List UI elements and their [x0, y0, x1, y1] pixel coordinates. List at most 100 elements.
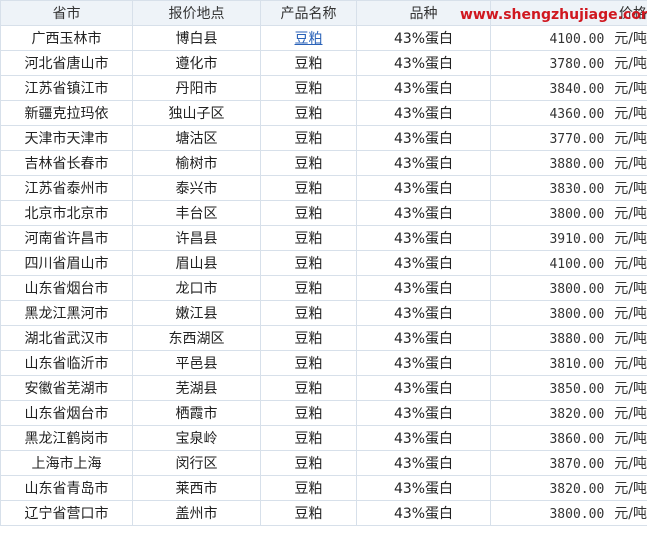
table-row: 黑龙江鹤岗市 宝泉岭 豆粕 43%蛋白 3860.00 元/吨 [0, 425, 647, 451]
cell-variety: 43%蛋白 [356, 325, 491, 351]
cell-product: 豆粕 [260, 100, 357, 126]
cell-province: 山东省烟台市 [0, 275, 133, 301]
price-unit: 元/吨 [614, 31, 647, 47]
cell-location: 博白县 [132, 25, 261, 51]
price-value: 3870.00 [549, 457, 605, 472]
price-unit: 元/吨 [614, 406, 647, 422]
cell-province: 山东省烟台市 [0, 400, 133, 426]
product-text: 豆粕 [294, 481, 323, 497]
price-unit: 元/吨 [614, 356, 647, 372]
cell-product: 豆粕 [260, 50, 357, 76]
cell-product: 豆粕 [260, 475, 357, 501]
product-text: 豆粕 [294, 56, 323, 72]
price-value: 3820.00 [549, 407, 605, 422]
product-text: 豆粕 [294, 406, 323, 422]
cell-variety: 43%蛋白 [356, 300, 491, 326]
product-text: 豆粕 [294, 306, 323, 322]
cell-price: 3830.00 元/吨 [490, 175, 647, 201]
cell-location: 平邑县 [132, 350, 261, 376]
product-text: 豆粕 [294, 156, 323, 172]
table-row: 山东省临沂市 平邑县 豆粕 43%蛋白 3810.00 元/吨 [0, 350, 647, 376]
cell-price: 3880.00 元/吨 [490, 150, 647, 176]
price-table: 省市 报价地点 产品名称 品种 价格 广西玉林市 博白县 豆粕 43%蛋白 4100.0… [0, 0, 647, 526]
product-text: 豆粕 [294, 356, 323, 372]
cell-product: 豆粕 [260, 350, 357, 376]
product-text: 豆粕 [294, 456, 323, 472]
cell-price: 4100.00 元/吨 [490, 25, 647, 51]
table-row: 上海市上海 闵行区 豆粕 43%蛋白 3870.00 元/吨 [0, 450, 647, 476]
cell-product[interactable]: 豆粕 [260, 25, 357, 51]
cell-variety: 43%蛋白 [356, 75, 491, 101]
product-text: 豆粕 [294, 256, 323, 272]
cell-variety: 43%蛋白 [356, 450, 491, 476]
cell-product: 豆粕 [260, 125, 357, 151]
price-unit: 元/吨 [614, 381, 647, 397]
cell-province: 江苏省泰州市 [0, 175, 133, 201]
cell-variety: 43%蛋白 [356, 400, 491, 426]
price-table-wrapper: 省市 报价地点 产品名称 品种 价格 广西玉林市 博白县 豆粕 43%蛋白 4100.0… [0, 0, 647, 526]
price-value: 4100.00 [549, 32, 605, 47]
cell-variety: 43%蛋白 [356, 50, 491, 76]
cell-variety: 43%蛋白 [356, 150, 491, 176]
price-unit: 元/吨 [614, 81, 647, 97]
cell-location: 闵行区 [132, 450, 261, 476]
table-row: 辽宁省营口市 盖州市 豆粕 43%蛋白 3800.00 元/吨 [0, 500, 647, 526]
price-value: 3830.00 [549, 182, 605, 197]
cell-variety: 43%蛋白 [356, 250, 491, 276]
price-value: 3880.00 [549, 157, 605, 172]
product-text: 豆粕 [294, 106, 323, 122]
table-row: 吉林省长春市 榆树市 豆粕 43%蛋白 3880.00 元/吨 [0, 150, 647, 176]
cell-variety: 43%蛋白 [356, 350, 491, 376]
cell-location: 栖霞市 [132, 400, 261, 426]
price-unit: 元/吨 [614, 331, 647, 347]
cell-variety: 43%蛋白 [356, 225, 491, 251]
price-unit: 元/吨 [614, 481, 647, 497]
product-link[interactable]: 豆粕 [295, 31, 323, 47]
table-row: 北京市北京市 丰台区 豆粕 43%蛋白 3800.00 元/吨 [0, 200, 647, 226]
cell-price: 3800.00 元/吨 [490, 300, 647, 326]
cell-price: 3800.00 元/吨 [490, 500, 647, 526]
cell-price: 3910.00 元/吨 [490, 225, 647, 251]
cell-variety: 43%蛋白 [356, 275, 491, 301]
cell-price: 3850.00 元/吨 [490, 375, 647, 401]
cell-price: 3860.00 元/吨 [490, 425, 647, 451]
price-unit: 元/吨 [614, 106, 647, 122]
price-value: 4100.00 [549, 257, 605, 272]
cell-location: 丰台区 [132, 200, 261, 226]
price-value: 4360.00 [549, 107, 605, 122]
cell-province: 四川省眉山市 [0, 250, 133, 276]
price-unit: 元/吨 [614, 281, 647, 297]
cell-location: 眉山县 [132, 250, 261, 276]
product-text: 豆粕 [294, 181, 323, 197]
table-row: 新疆克拉玛依 独山子区 豆粕 43%蛋白 4360.00 元/吨 [0, 100, 647, 126]
cell-province: 辽宁省营口市 [0, 500, 133, 526]
cell-price: 3770.00 元/吨 [490, 125, 647, 151]
price-value: 3810.00 [549, 357, 605, 372]
cell-product: 豆粕 [260, 200, 357, 226]
cell-product: 豆粕 [260, 175, 357, 201]
cell-province: 黑龙江黑河市 [0, 300, 133, 326]
price-unit: 元/吨 [614, 181, 647, 197]
table-row: 山东省烟台市 龙口市 豆粕 43%蛋白 3800.00 元/吨 [0, 275, 647, 301]
cell-location: 宝泉岭 [132, 425, 261, 451]
price-unit: 元/吨 [614, 431, 647, 447]
cell-location: 东西湖区 [132, 325, 261, 351]
header-province: 省市 [0, 0, 133, 26]
cell-location: 遵化市 [132, 50, 261, 76]
cell-product: 豆粕 [260, 325, 357, 351]
cell-location: 丹阳市 [132, 75, 261, 101]
price-value: 3800.00 [549, 507, 605, 522]
price-unit: 元/吨 [614, 306, 647, 322]
price-value: 3780.00 [549, 57, 605, 72]
price-value: 3880.00 [549, 332, 605, 347]
header-product: 产品名称 [260, 0, 357, 26]
cell-product: 豆粕 [260, 450, 357, 476]
header-location: 报价地点 [132, 0, 261, 26]
watermark-text: www.shengzhujiage.com [460, 7, 647, 23]
cell-province: 北京市北京市 [0, 200, 133, 226]
cell-price: 3820.00 元/吨 [490, 400, 647, 426]
price-unit: 元/吨 [614, 206, 647, 222]
cell-price: 3820.00 元/吨 [490, 475, 647, 501]
product-text: 豆粕 [294, 381, 323, 397]
cell-province: 山东省青岛市 [0, 475, 133, 501]
